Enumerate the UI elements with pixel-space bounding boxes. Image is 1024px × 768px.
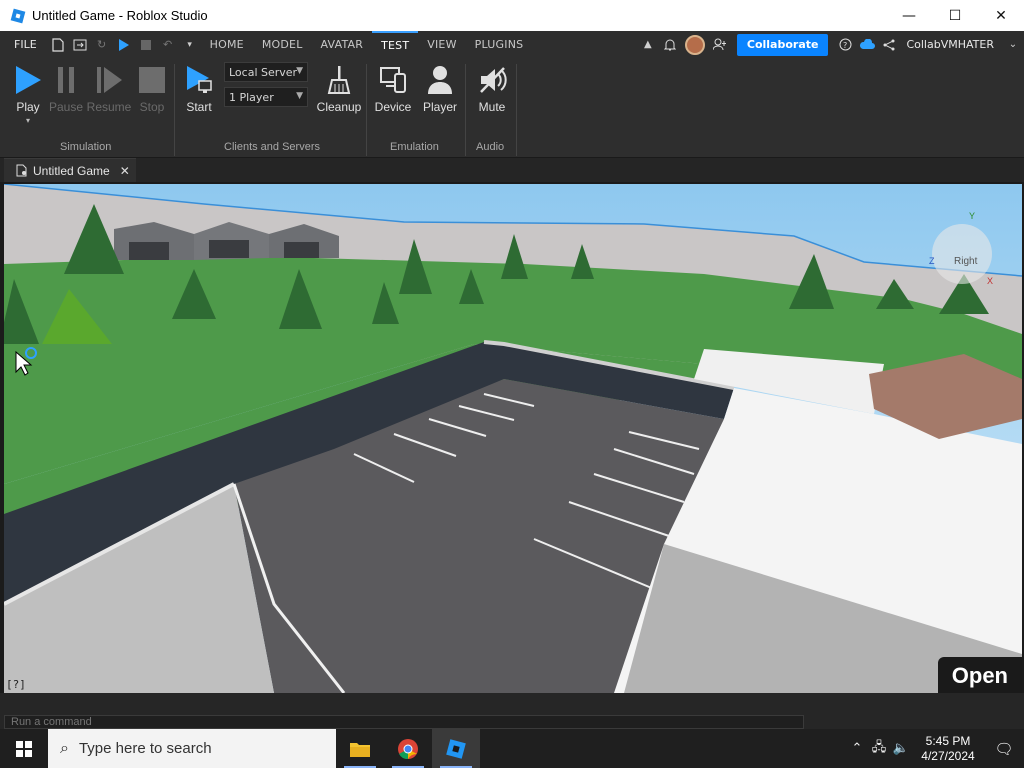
stop-icon: [139, 67, 165, 93]
windows-logo-icon: [16, 740, 32, 757]
chevron-down-icon: ▼: [296, 91, 303, 101]
mute-icon: [480, 67, 507, 93]
search-icon: ⌕: [60, 739, 69, 757]
server-select[interactable]: Local Server ▼: [224, 62, 308, 82]
player-button[interactable]: Player: [418, 64, 462, 128]
chevron-down-icon: ▼: [296, 66, 303, 76]
document-tabs: Untitled Game ✕: [0, 158, 1024, 182]
undo-icon[interactable]: ↶: [157, 34, 179, 56]
scene-render: Right Y Z X: [4, 184, 1022, 693]
mute-button[interactable]: Mute: [470, 64, 514, 128]
quick-access-dropdown-icon[interactable]: ▾: [179, 34, 201, 56]
play-icon: [16, 66, 41, 94]
start-button[interactable]: Start: [177, 64, 221, 128]
system-tray: ⌃ 🖧 🔈 5:45 PM 4/27/2024 🗨: [846, 729, 1024, 768]
clients-servers-group-label: Clients and Servers: [224, 141, 320, 153]
ribbon: Play ▾ Pause Resume Stop Simulation Star…: [0, 58, 1024, 158]
close-button[interactable]: ✕: [978, 0, 1024, 31]
tab-avatar[interactable]: AVATAR: [312, 31, 373, 58]
stop-quick-icon[interactable]: [135, 34, 157, 56]
document-icon: [16, 164, 27, 177]
collaborate-button[interactable]: Collaborate: [736, 33, 829, 56]
audio-group-label: Audio: [476, 141, 505, 153]
viewport-3d[interactable]: Right Y Z X [?] Open: [4, 184, 1022, 693]
device-button[interactable]: Device: [371, 64, 415, 128]
search-placeholder: Type here to search: [78, 740, 212, 757]
cleanup-button[interactable]: Cleanup: [317, 64, 361, 128]
device-icon: [380, 67, 406, 93]
clock[interactable]: 5:45 PM 4/27/2024: [912, 734, 984, 764]
volume-icon[interactable]: 🔈: [890, 741, 912, 756]
add-friend-icon[interactable]: [709, 34, 731, 56]
redo-icon[interactable]: ↻: [91, 34, 113, 56]
play-dropdown-icon[interactable]: ▾: [26, 116, 30, 125]
emulation-group-label: Emulation: [390, 141, 439, 153]
window-titlebar: Untitled Game - Roblox Studio — ☐ ✕: [0, 0, 1024, 31]
user-menu-chevron-icon[interactable]: ⌄: [1002, 34, 1024, 56]
tab-model[interactable]: MODEL: [253, 31, 312, 58]
file-menu[interactable]: FILE: [0, 38, 47, 51]
notification-center-icon[interactable]: 🗨: [984, 740, 1024, 758]
minimize-button[interactable]: —: [886, 0, 932, 31]
publish-icon[interactable]: [69, 34, 91, 56]
tab-test[interactable]: TEST: [372, 31, 419, 58]
folder-icon: [350, 742, 370, 757]
chrome-icon: [398, 738, 418, 759]
chrome-button[interactable]: [384, 729, 432, 768]
avatar[interactable]: [684, 34, 705, 55]
pause-icon: [58, 67, 74, 93]
tab-view[interactable]: VIEW: [418, 31, 465, 58]
collapse-ribbon-icon[interactable]: ▲: [637, 34, 659, 56]
command-bar: [0, 693, 1024, 729]
svg-text:Y: Y: [969, 211, 975, 221]
start-clients-icon: [187, 66, 212, 93]
file-explorer-button[interactable]: [336, 729, 384, 768]
windows-taskbar: ⌕ Type here to search ⌃ 🖧 🔈 5:45 PM 4/27…: [0, 729, 1024, 768]
stop-button[interactable]: Stop: [130, 64, 174, 128]
resume-button[interactable]: Resume: [87, 64, 131, 128]
cloud-icon[interactable]: [856, 34, 878, 56]
username[interactable]: CollabVMHATER: [900, 38, 1002, 51]
menu-bar: FILE ↻ ↶ ▾ HOME MODEL AVATAR TEST VIEW P…: [0, 31, 1024, 58]
close-tab-icon[interactable]: ✕: [120, 164, 130, 178]
svg-text:X: X: [987, 276, 993, 286]
new-file-icon[interactable]: [47, 34, 69, 56]
taskbar-search[interactable]: ⌕ Type here to search: [48, 729, 336, 768]
chevron-up-icon[interactable]: ⌃: [846, 741, 868, 756]
svg-text:?: ?: [843, 41, 847, 50]
roblox-studio-taskbar-button[interactable]: [432, 729, 480, 768]
network-icon[interactable]: 🖧: [868, 738, 890, 760]
pause-button[interactable]: Pause: [44, 64, 88, 128]
help-icon[interactable]: ?: [834, 34, 856, 56]
svg-text:Z: Z: [929, 256, 935, 266]
play-quick-icon[interactable]: [113, 34, 135, 56]
notification-bell-icon[interactable]: [659, 34, 681, 56]
window-title: Untitled Game - Roblox Studio: [32, 8, 208, 23]
simulation-group-label: Simulation: [60, 141, 112, 153]
svg-text:Right: Right: [954, 256, 978, 267]
open-button[interactable]: Open: [937, 657, 1022, 693]
command-input[interactable]: [4, 715, 804, 729]
start-button[interactable]: [0, 729, 48, 768]
roblox-studio-icon: [10, 8, 26, 23]
players-select[interactable]: 1 Player ▼: [224, 87, 308, 107]
help-tag[interactable]: [?]: [6, 678, 26, 691]
roblox-studio-icon: [446, 738, 466, 759]
maximize-button[interactable]: ☐: [932, 0, 978, 31]
tab-home[interactable]: HOME: [201, 31, 253, 58]
share-icon[interactable]: [878, 34, 900, 56]
tab-plugins[interactable]: PLUGINS: [466, 31, 533, 58]
resume-icon: [97, 67, 122, 93]
broom-icon: [327, 66, 351, 94]
player-icon: [428, 66, 452, 94]
tab-untitled-game[interactable]: Untitled Game ✕: [4, 158, 136, 182]
